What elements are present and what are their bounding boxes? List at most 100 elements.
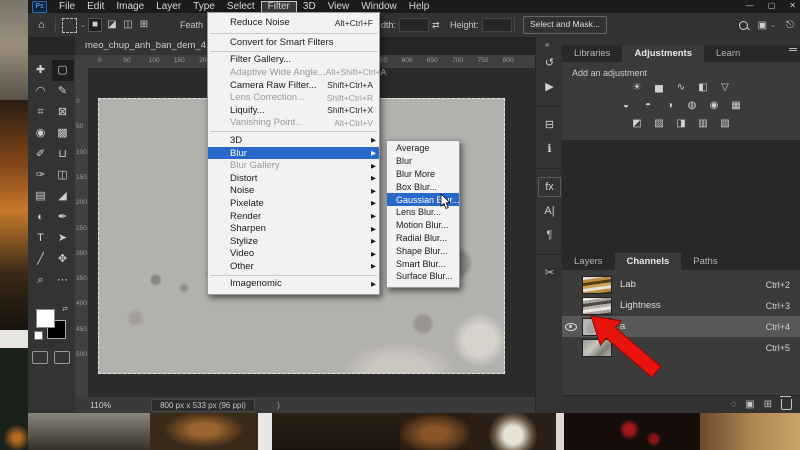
menubar-item-help[interactable]: Help (403, 1, 436, 13)
photo-filter-icon[interactable]: ◍ (685, 99, 700, 113)
collapse-panels-icon[interactable]: « (545, 40, 549, 49)
eyedropper-tool[interactable]: ◉ (30, 123, 52, 144)
status-chevron-icon[interactable]: ) (277, 400, 280, 410)
invert-icon[interactable]: ◩ (630, 117, 645, 131)
menu-item-noise[interactable]: Noise▶ (208, 185, 379, 198)
channel-thumbnail[interactable] (582, 276, 612, 294)
swap-colors-icon[interactable]: ⇄ (62, 305, 68, 313)
fx-icon[interactable]: fx (536, 175, 563, 199)
tools-icon[interactable]: ✂ (536, 261, 563, 285)
menu-item-liquify[interactable]: Liquify...Shift+Ctrl+X (208, 104, 379, 117)
menu-item-blur[interactable]: Blur▶ (208, 147, 379, 160)
menu-item-filter-gallery[interactable]: Filter Gallery... (208, 54, 379, 67)
new-channel-icon[interactable]: ⊞ (764, 398, 772, 412)
menu-item-radial-blur[interactable]: Radial Blur... (387, 232, 459, 245)
marquee-tool-icon[interactable] (62, 18, 77, 33)
gradient-map-icon[interactable]: ▥ (696, 117, 711, 131)
menu-item-render[interactable]: Render▶ (208, 210, 379, 223)
tab-libraries[interactable]: Libraries (562, 45, 622, 62)
lasso-tool[interactable]: ◠ (30, 81, 52, 102)
menu-item-average[interactable]: Average (387, 142, 459, 155)
zoom-tool[interactable]: ⌕ (30, 270, 52, 291)
swap-dimensions-icon[interactable]: ⇄ (432, 20, 440, 31)
zoom-level[interactable]: 110% (90, 400, 111, 410)
healing-brush-tool[interactable]: ▩ (52, 123, 74, 144)
character-icon[interactable]: A| (536, 199, 563, 223)
line-tool[interactable]: ╱ (30, 249, 52, 270)
maximize-button[interactable]: ▢ (768, 0, 776, 12)
hand-tool[interactable]: ✥ (52, 249, 74, 270)
levels-icon[interactable]: ▅ (652, 81, 667, 95)
object-selection-tool[interactable]: ✎ (52, 81, 74, 102)
gradient-tool[interactable]: ▤ (30, 186, 52, 207)
move-tool[interactable]: ✚ (30, 60, 52, 81)
menubar-item-filter[interactable]: Filter (261, 1, 297, 13)
search-icon[interactable] (739, 21, 748, 30)
menu-item-pixelate[interactable]: Pixelate▶ (208, 197, 379, 210)
color-lookup-icon[interactable]: ▦ (729, 99, 744, 113)
menubar-item-window[interactable]: Window (355, 1, 403, 13)
blur-tool[interactable]: ◢ (52, 186, 74, 207)
save-selection-icon[interactable]: ▣ (745, 398, 754, 412)
close-button[interactable]: ✕ (789, 0, 796, 12)
vibrance-icon[interactable]: ▽ (718, 81, 733, 95)
home-icon[interactable]: ⌂ (38, 19, 45, 31)
minimize-button[interactable]: — (746, 0, 754, 12)
exposure-icon[interactable]: ◧ (696, 81, 711, 95)
tab-learn[interactable]: Learn (704, 45, 752, 62)
hue-saturation-icon[interactable]: ◒ (619, 99, 634, 113)
tab-adjustments[interactable]: Adjustments (622, 45, 704, 62)
document-info[interactable]: 800 px x 533 px (96 ppi) (151, 399, 255, 412)
menu-item-sharpen[interactable]: Sharpen▶ (208, 222, 379, 235)
quick-mask-icon[interactable] (32, 351, 48, 364)
menu-item-blur-more[interactable]: Blur More (387, 168, 459, 181)
menu-item-blur-gallery[interactable]: Blur Gallery▶ (208, 159, 379, 172)
path-selection-tool[interactable]: ➤ (52, 228, 74, 249)
menu-item-3d[interactable]: 3D▶ (208, 134, 379, 147)
pen-tool[interactable]: ✒ (52, 207, 74, 228)
dodge-tool[interactable]: ◐ (30, 207, 52, 228)
brush-tool[interactable]: ✐ (30, 144, 52, 165)
color-swatches[interactable]: ⇄ (34, 305, 70, 343)
more-tools[interactable]: ⋯ (52, 270, 74, 291)
menu-item-reduce-noise[interactable]: Reduce NoiseAlt+Ctrl+F (208, 14, 379, 31)
delete-channel-icon[interactable] (781, 399, 792, 410)
new-selection-mode[interactable]: ■ (88, 18, 102, 32)
menu-item-smart-blur[interactable]: Smart Blur... (387, 257, 459, 270)
threshold-icon[interactable]: ◨ (674, 117, 689, 131)
menu-item-box-blur[interactable]: Box Blur... (387, 180, 459, 193)
menu-item-convert-for-smart-filters[interactable]: Convert for Smart Filters (208, 36, 379, 49)
brightness-contrast-icon[interactable]: ☀ (630, 81, 645, 95)
color-balance-icon[interactable]: ◓ (641, 99, 656, 113)
menubar-item-view[interactable]: View (322, 1, 356, 13)
menu-item-imagenomic[interactable]: Imagenomic▶ (208, 278, 379, 291)
menu-item-other[interactable]: Other▶ (208, 260, 379, 273)
export-icon[interactable]: ⊟ (536, 113, 563, 137)
info-icon[interactable]: ℹ (536, 137, 563, 161)
share-icon[interactable]: ⎋ (786, 20, 794, 31)
marquee-tool[interactable]: ▢ (52, 60, 74, 81)
menu-item-stylize[interactable]: Stylize▶ (208, 235, 379, 248)
default-colors-icon[interactable] (34, 331, 43, 340)
subtract-selection-mode[interactable]: ◫ (122, 19, 134, 31)
height-input[interactable] (482, 18, 512, 32)
foreground-color-swatch[interactable] (36, 309, 55, 328)
actions-icon[interactable]: ▶ (536, 75, 563, 99)
menu-item-surface-blur[interactable]: Surface Blur... (387, 270, 459, 283)
curves-icon[interactable]: ∿ (674, 81, 689, 95)
menu-item-adaptive-wide-angle[interactable]: Adaptive Wide Angle...Alt+Shift+Ctrl+A (208, 66, 379, 79)
menu-item-blur[interactable]: Blur (387, 155, 459, 168)
menu-item-motion-blur[interactable]: Motion Blur... (387, 219, 459, 232)
history-brush-tool[interactable]: ✑ (30, 165, 52, 186)
menu-item-vanishing-point[interactable]: Vanishing Point...Alt+Ctrl+V (208, 117, 379, 130)
history-icon[interactable]: ↺ (536, 51, 563, 75)
menubar-item-select[interactable]: Select (221, 1, 261, 13)
menubar-item-image[interactable]: Image (110, 1, 150, 13)
posterize-icon[interactable]: ▨ (652, 117, 667, 131)
add-selection-mode[interactable]: ◪ (106, 19, 118, 31)
tab-layers[interactable]: Layers (562, 253, 615, 270)
chevron-down-icon[interactable]: ⌄ (80, 21, 86, 29)
tab-paths[interactable]: Paths (681, 253, 729, 270)
channel-row-lab[interactable]: LabCtrl+2 (562, 274, 800, 295)
tab-channels[interactable]: Channels (615, 253, 682, 270)
